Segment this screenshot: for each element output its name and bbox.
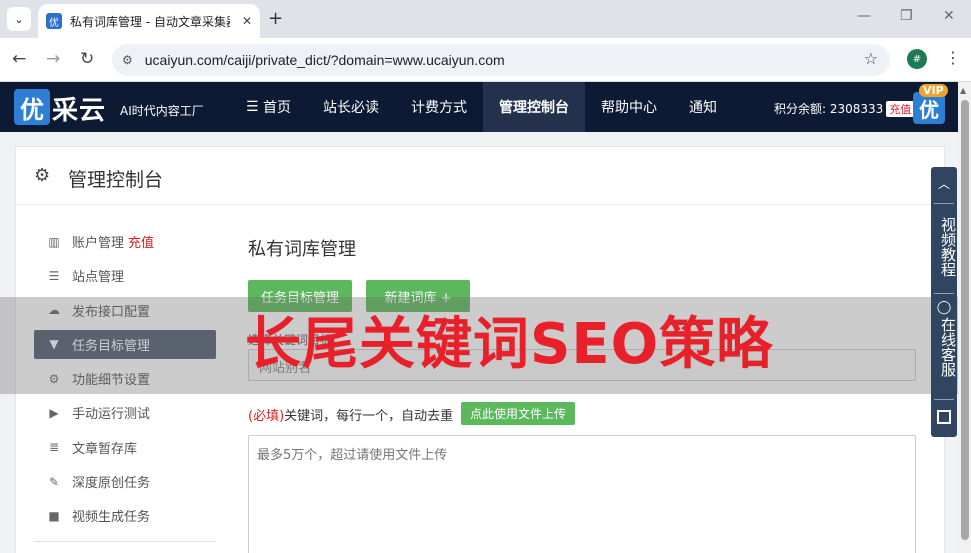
sidebar-divider xyxy=(34,541,216,542)
float-divider xyxy=(934,203,954,204)
float-divider xyxy=(934,399,954,400)
url-text: ucaiyun.com/caiji/private_dict/?domain=w… xyxy=(144,52,505,68)
sidebar-item-article-store[interactable]: ≣ 文章暂存库 xyxy=(34,433,216,462)
float-divider xyxy=(934,293,954,294)
video-icon: ■ xyxy=(48,508,60,523)
nav-notice[interactable]: 通知 xyxy=(673,82,733,132)
recharge-link[interactable]: 充值 xyxy=(128,232,154,251)
reload-button[interactable]: ↻ xyxy=(80,49,94,69)
browser-tab[interactable]: 优 私有词库管理 - 自动文章采集器 ✕ xyxy=(38,4,260,38)
nav-pricing[interactable]: 计费方式 xyxy=(395,82,483,132)
scroll-up-icon[interactable]: ▲ xyxy=(960,86,966,95)
credits-balance: 积分余额: 2308333 充值 xyxy=(774,100,915,117)
sidebar-item-account[interactable]: ▥ 账户管理 充值 xyxy=(34,227,216,256)
logo-slogan: AI时代内容工厂 xyxy=(120,104,204,118)
nav-home[interactable]: ☰ 首页 xyxy=(230,82,307,132)
keyword-label: (必填)关键词，每行一个，自动去重 xyxy=(248,409,454,424)
browser-tab-bar: ⌄ 优 私有词库管理 - 自动文章采集器 ✕ + — ❐ ✕ xyxy=(0,0,971,38)
profile-avatar[interactable]: # xyxy=(907,49,927,69)
gear-icon: ⚙ xyxy=(34,165,51,186)
new-tab-button[interactable]: + xyxy=(268,8,283,29)
floating-toolbar: ︿ 视频教程 ◯ 在线客服 xyxy=(931,167,957,437)
sidebar-item-manual-run[interactable]: ▶ 手动运行测试 xyxy=(34,398,216,427)
required-mark: (必填) xyxy=(248,409,285,424)
keywords-textarea[interactable] xyxy=(248,435,916,553)
back-to-top-icon[interactable]: ︿ xyxy=(931,175,957,192)
upload-file-button[interactable]: 点此使用文件上传 xyxy=(461,402,576,425)
page-scrollbar[interactable]: ▲ xyxy=(958,82,971,553)
tab-search-button[interactable]: ⌄ xyxy=(7,7,31,31)
browser-menu-icon[interactable]: ⋮ xyxy=(945,48,961,67)
nav-help[interactable]: 帮助中心 xyxy=(585,82,673,132)
scroll-thumb[interactable] xyxy=(961,100,969,540)
sidebar-item-video-gen[interactable]: ■ 视频生成任务 xyxy=(34,501,216,530)
video-tutorial-button[interactable]: 视频教程 xyxy=(931,217,957,277)
sidebar-item-deep-original[interactable]: ✎ 深度原创任务 xyxy=(34,467,216,496)
url-input[interactable]: ⚙ ucaiyun.com/caiji/private_dict/?domain… xyxy=(112,44,890,76)
recharge-badge[interactable]: 充值 xyxy=(886,101,915,117)
nav-console[interactable]: 管理控制台 xyxy=(483,82,586,132)
favicon-icon: 优 xyxy=(46,13,62,29)
address-bar: ← → ↻ ⚙ ucaiyun.com/caiji/private_dict/?… xyxy=(0,38,971,82)
bar-chart-icon: ▥ xyxy=(48,234,60,249)
panel-header: ⚙ 管理控制台 xyxy=(16,147,944,205)
sidebar-item-sites[interactable]: ☰ 站点管理 xyxy=(34,261,216,290)
site-header: 优 采云 AI时代内容工厂 ☰ 首页 站长必读 计费方式 管理控制台 帮助中心 … xyxy=(0,82,958,132)
logo-icon[interactable]: 优 xyxy=(14,89,50,125)
logo-text[interactable]: 采云 xyxy=(52,90,106,127)
database-icon: ≣ xyxy=(48,440,60,455)
qrcode-icon[interactable] xyxy=(937,410,951,424)
restore-button[interactable]: ❐ xyxy=(900,8,913,24)
forward-button[interactable]: → xyxy=(46,49,60,69)
online-service-button[interactable]: 在线客服 xyxy=(931,317,957,377)
menu-icon: ☰ xyxy=(246,99,264,115)
edit-icon: ✎ xyxy=(48,474,60,489)
play-icon: ▶ xyxy=(49,405,59,420)
tab-title: 私有词库管理 - 自动文章采集器 xyxy=(70,14,230,29)
section-title: 私有词库管理 xyxy=(248,239,356,260)
server-icon: ☰ xyxy=(48,268,60,283)
overlay-text: 长尾关键词SEO策略 xyxy=(245,312,774,377)
minimize-button[interactable]: — xyxy=(857,8,871,24)
vip-badge: VIP xyxy=(919,84,948,97)
page-title: 管理控制台 xyxy=(68,169,164,191)
close-window-button[interactable]: ✕ xyxy=(943,8,955,24)
headset-icon: ◯ xyxy=(936,300,952,315)
bookmark-star-icon[interactable]: ☆ xyxy=(864,49,878,68)
site-info-icon[interactable]: ⚙ xyxy=(122,53,133,67)
main-nav: ☰ 首页 站长必读 计费方式 管理控制台 帮助中心 通知 xyxy=(230,82,733,132)
tab-close-icon[interactable]: ✕ xyxy=(242,14,252,28)
nav-must-read[interactable]: 站长必读 xyxy=(307,82,395,132)
back-button[interactable]: ← xyxy=(12,49,26,69)
